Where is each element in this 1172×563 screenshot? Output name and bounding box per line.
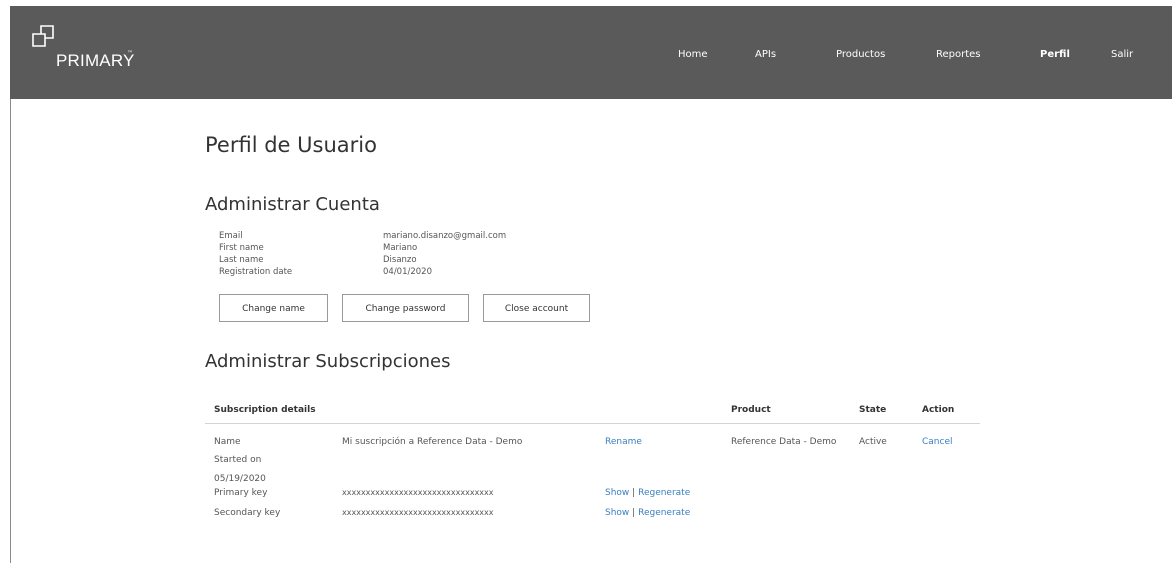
rename-link[interactable]: Rename [605,437,642,447]
primary-key-value: xxxxxxxxxxxxxxxxxxxxxxxxxxxxxxxx [342,488,494,497]
top-navigation-bar: PRIMARY ™ Home APIs Productos Reportes P… [10,6,1172,99]
col-state: State [859,405,887,415]
last-name-value: Disanzo [383,255,417,265]
change-password-button[interactable]: Change password [342,294,469,322]
nav-home[interactable]: Home [678,49,708,60]
primary-key-actions: Show | Regenerate [605,488,690,498]
secondary-key-regenerate-link[interactable]: Regenerate [638,508,690,518]
close-account-button[interactable]: Close account [483,294,590,322]
nav-reportes[interactable]: Reportes [936,49,981,60]
started-on-label: Started on [214,455,262,465]
subscriptions-heading: Administrar Subscripciones [205,351,451,372]
nav-productos[interactable]: Productos [836,49,885,60]
col-subscription-details: Subscription details [214,405,316,415]
page-title: Perfil de Usuario [205,133,377,157]
left-frame-border [10,99,11,563]
email-label: Email [219,231,243,241]
col-product: Product [731,405,771,415]
nav-salir[interactable]: Salir [1111,49,1133,60]
subscription-name: Mi suscripción a Reference Data - Demo [342,437,523,447]
registration-date-label: Registration date [219,267,293,277]
cancel-link[interactable]: Cancel [922,437,953,447]
secondary-key-label: Secondary key [214,508,281,518]
secondary-key-actions: Show | Regenerate [605,508,690,518]
nav-apis[interactable]: APIs [755,49,776,60]
primary-key-regenerate-link[interactable]: Regenerate [638,488,690,498]
primary-key-separator: | [632,488,636,498]
table-header-divider [205,423,980,424]
registration-date-value: 04/01/2020 [383,267,432,277]
brand-trademark: ™ [127,50,133,57]
secondary-key-show-link[interactable]: Show [605,508,629,518]
col-action: Action [922,405,955,415]
brand-name: PRIMARY [56,51,135,70]
secondary-key-value: xxxxxxxxxxxxxxxxxxxxxxxxxxxxxxxx [342,508,494,517]
state-value: Active [859,437,887,447]
brand-logo[interactable]: PRIMARY ™ [32,25,152,75]
last-name-label: Last name [219,255,264,265]
started-on-value: 05/19/2020 [214,474,266,484]
first-name-label: First name [219,243,264,253]
secondary-key-separator: | [632,508,636,518]
name-label: Name [214,437,241,447]
email-value: mariano.disanzo@gmail.com [383,231,507,241]
primary-key-label: Primary key [214,488,268,498]
first-name-value: Mariano [383,243,418,253]
nav-perfil[interactable]: Perfil [1040,49,1070,60]
change-name-button[interactable]: Change name [219,294,328,322]
product-name: Reference Data - Demo [731,437,837,447]
account-heading: Administrar Cuenta [205,194,380,215]
primary-key-show-link[interactable]: Show [605,488,629,498]
